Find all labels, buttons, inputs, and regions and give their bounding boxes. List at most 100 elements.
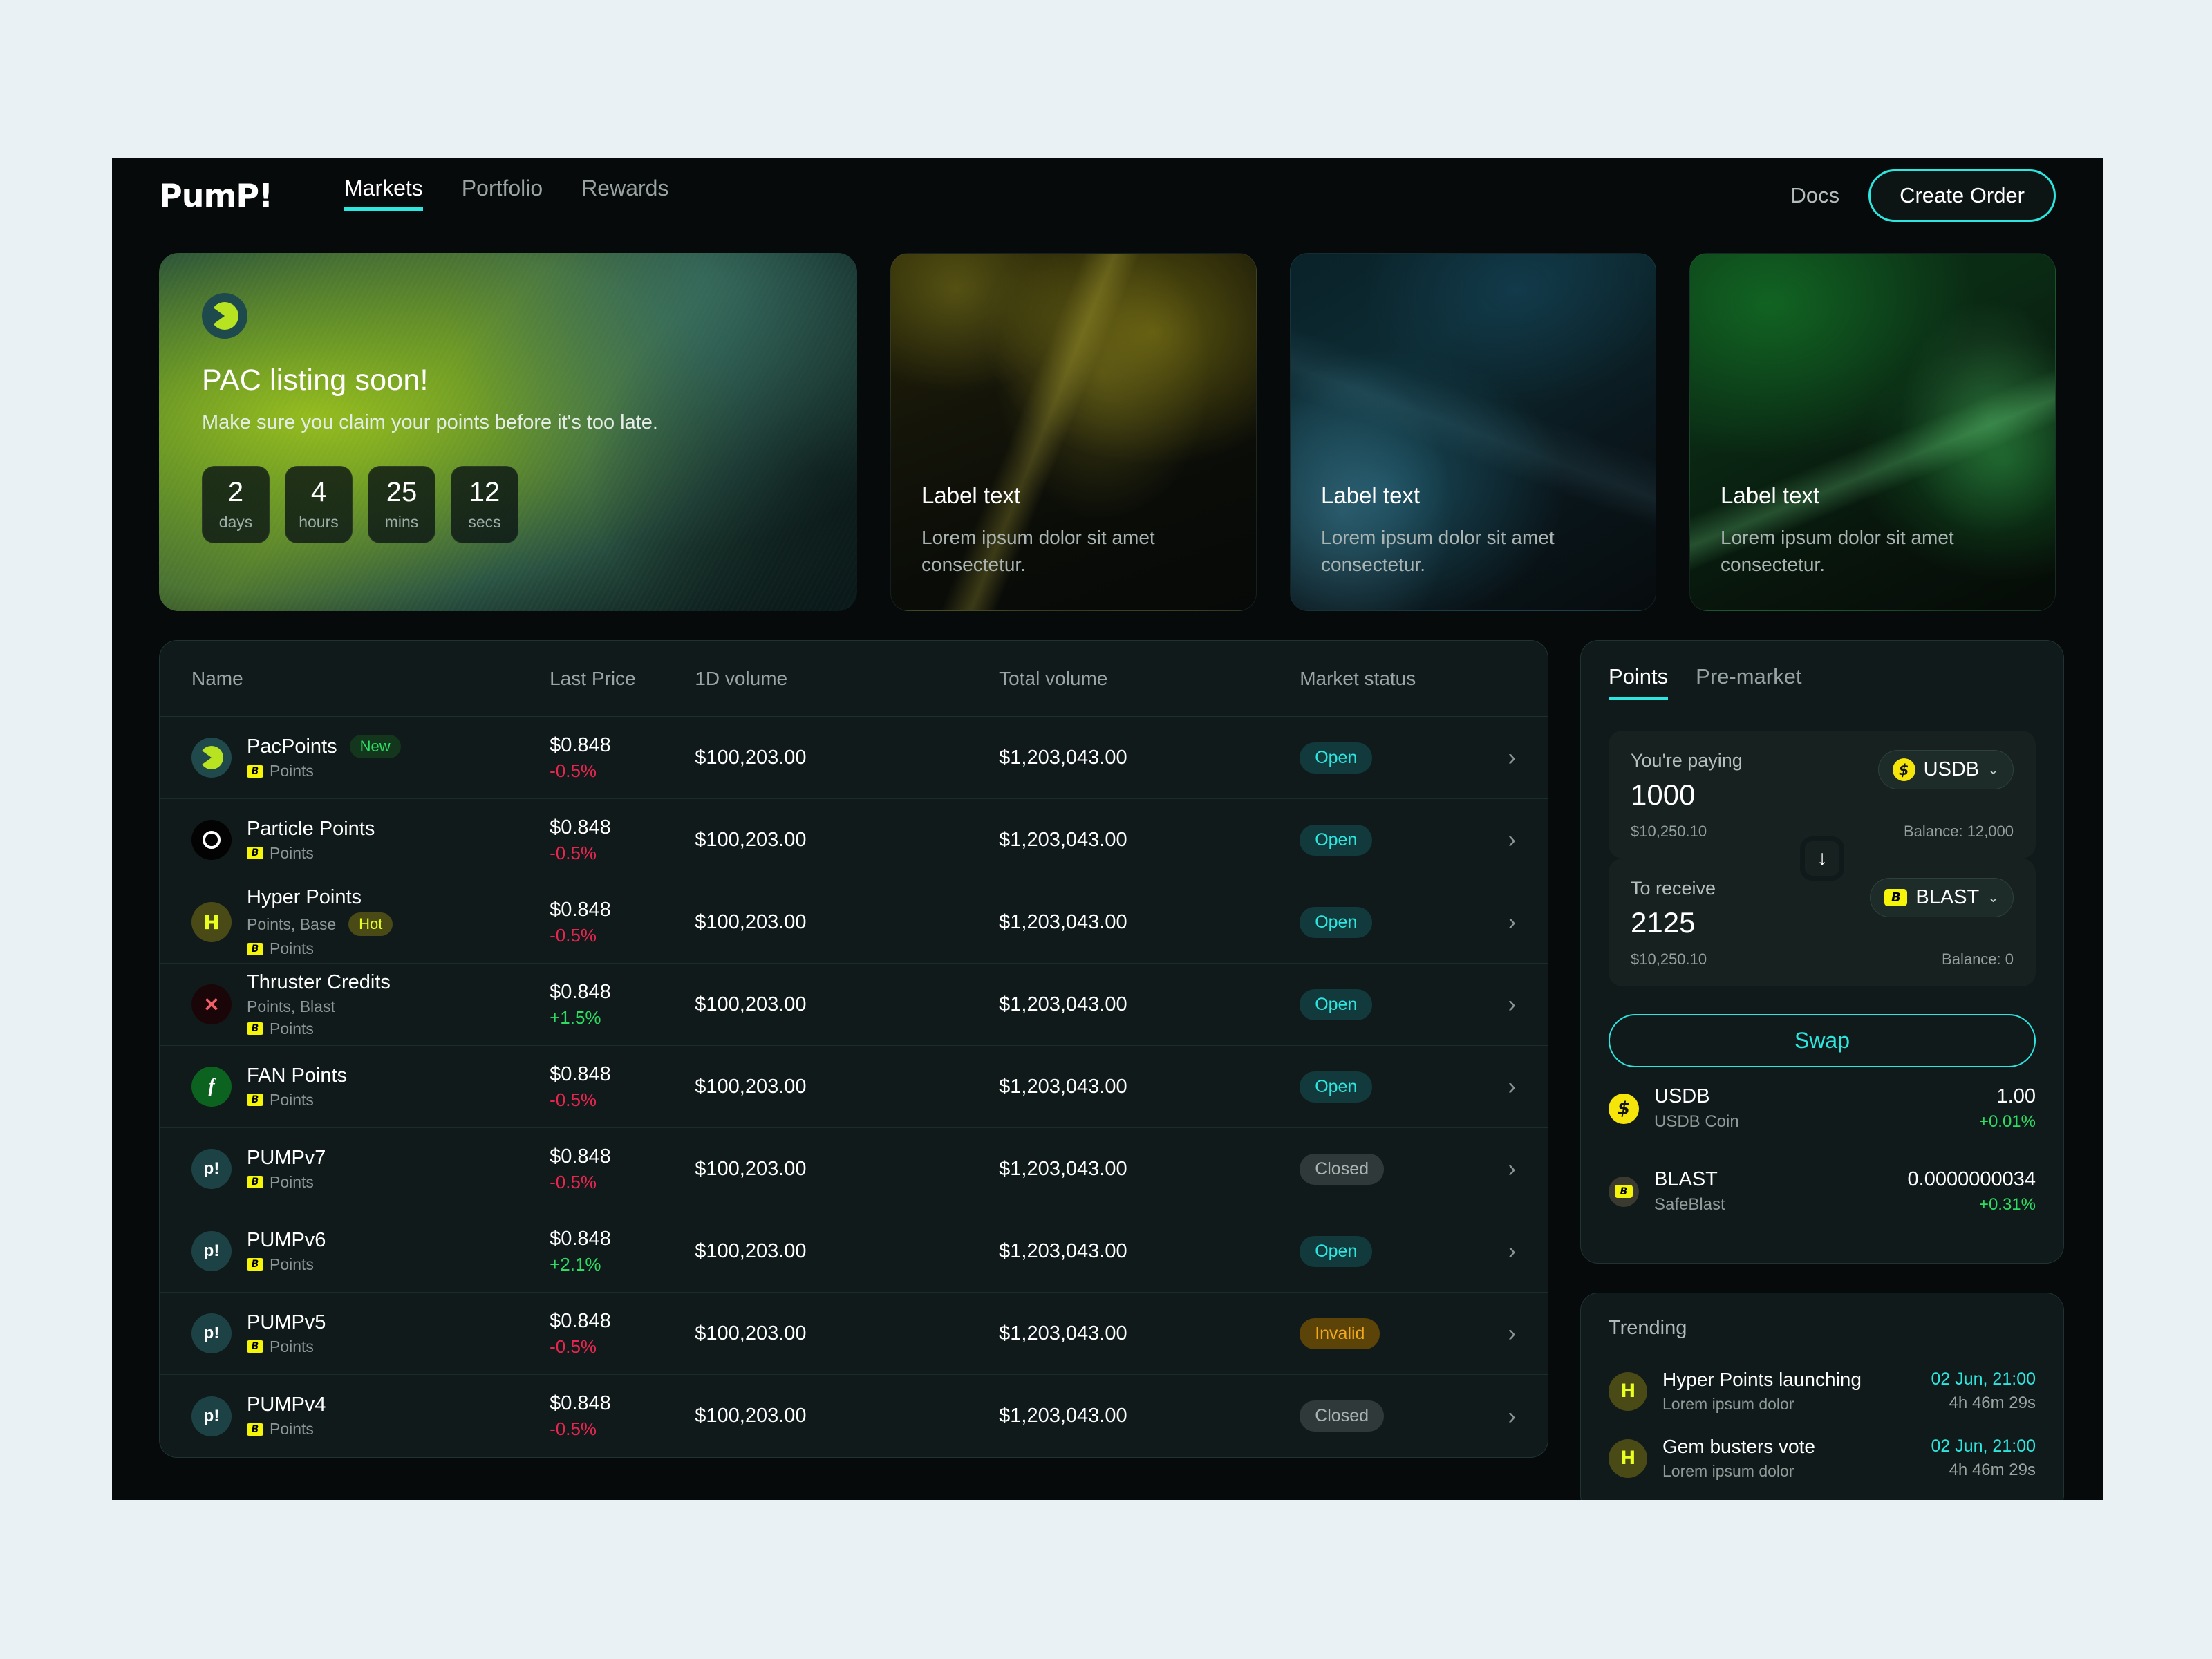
trending-item-subtitle: Lorem ipsum dolor bbox=[1662, 1395, 1794, 1413]
column-header-total-volume[interactable]: Total volume bbox=[999, 668, 1300, 690]
tab-pre-market[interactable]: Pre-market bbox=[1696, 664, 1801, 700]
column-header-1d-volume[interactable]: 1D volume bbox=[695, 668, 999, 690]
row-status-cell: Open bbox=[1300, 742, 1475, 774]
coin-subtitle: Points, Base bbox=[247, 915, 337, 933]
table-row[interactable]: H Hyper Points Points, Base Hot B Points bbox=[160, 881, 1548, 964]
blast-chain-icon: B bbox=[247, 1094, 263, 1106]
swap-panel: Points Pre-market You're paying 1000 $ U… bbox=[1580, 640, 2064, 1264]
coin-chain: Points bbox=[270, 1337, 314, 1356]
nav-item-markets[interactable]: Markets bbox=[344, 176, 423, 216]
chevron-right-icon[interactable]: › bbox=[1475, 910, 1516, 934]
promo-card-1-desc: Lorem ipsum dolor sit amet consectetur. bbox=[921, 526, 1155, 576]
chevron-right-icon[interactable]: › bbox=[1475, 1322, 1516, 1345]
chevron-right-icon[interactable]: › bbox=[1475, 828, 1516, 852]
volume-total: $1,203,043.00 bbox=[999, 910, 1127, 933]
swap-direction-button[interactable]: ↓ bbox=[1800, 836, 1844, 881]
promo-card-3[interactable]: Label text Lorem ipsum dolor sit amet co… bbox=[1689, 253, 2056, 611]
hero-banner-pac[interactable]: PAC listing soon! Make sure you claim yo… bbox=[159, 253, 857, 611]
brand-logo[interactable]: PumP! bbox=[159, 177, 318, 214]
row-price-cell: $0.848 -0.5% bbox=[550, 816, 695, 864]
chevron-right-icon[interactable]: › bbox=[1475, 1075, 1516, 1098]
market-status-badge: Open bbox=[1300, 742, 1373, 774]
chevron-right-icon[interactable]: › bbox=[1475, 746, 1516, 769]
last-price: $0.848 bbox=[550, 1309, 611, 1332]
table-row[interactable]: Particle Points B Points $0.848 -0.5% $1… bbox=[160, 799, 1548, 881]
create-order-button[interactable]: Create Order bbox=[1868, 169, 2056, 222]
fanpoints-coin-icon: f bbox=[191, 1067, 232, 1107]
countdown-days: 2 days bbox=[202, 466, 270, 543]
volume-1d: $100,203.00 bbox=[695, 828, 807, 851]
coin-name: Hyper Points bbox=[247, 886, 362, 908]
promo-card-2[interactable]: Label text Lorem ipsum dolor sit amet co… bbox=[1290, 253, 1656, 611]
table-row[interactable]: ✕ Thruster Credits Points, Blast B Point… bbox=[160, 964, 1548, 1046]
table-row[interactable]: p! PUMPv4 B Points $0.848 -0.5% $100,203… bbox=[160, 1375, 1548, 1457]
tab-points[interactable]: Points bbox=[1609, 664, 1669, 700]
promo-card-2-label: Label text bbox=[1321, 482, 1421, 508]
coin-name: PUMPv5 bbox=[247, 1311, 326, 1333]
nav-item-portfolio[interactable]: Portfolio bbox=[462, 176, 543, 216]
trending-item-date: 02 Jun, 21:00 bbox=[1931, 1369, 2036, 1389]
price-change: -0.5% bbox=[550, 1335, 597, 1357]
table-row[interactable]: p! PUMPv7 B Points $0.848 -0.5% $100,203… bbox=[160, 1128, 1548, 1210]
row-name-cell: p! PUMPv7 B Points bbox=[191, 1147, 550, 1192]
receive-amount-input[interactable]: 2125 bbox=[1631, 906, 1716, 939]
last-price: $0.848 bbox=[550, 733, 611, 756]
token-list-item[interactable]: $ USDB USDB Coin 1.00 +0.01% bbox=[1609, 1067, 2036, 1150]
hero-title: PAC listing soon! bbox=[202, 364, 429, 397]
row-name-cell: p! PUMPv5 B Points bbox=[191, 1311, 550, 1356]
status-badge-hot: Hot bbox=[348, 912, 393, 936]
chevron-right-icon[interactable]: › bbox=[1475, 1157, 1516, 1181]
row-name-cell: PacPoints New B Points bbox=[191, 735, 550, 780]
app-window: PumP! Markets Portfolio Rewards Docs Cre… bbox=[112, 158, 2103, 1500]
receive-token-selector[interactable]: B BLAST ⌄ bbox=[1870, 878, 2014, 917]
volume-1d: $100,203.00 bbox=[695, 1322, 807, 1344]
usdb-token-icon: $ bbox=[1609, 1093, 1654, 1124]
markets-table: Name Last Price 1D volume Total volume M… bbox=[159, 640, 1548, 1458]
docs-link[interactable]: Docs bbox=[1790, 183, 1839, 208]
table-row[interactable]: p! PUMPv5 B Points $0.848 -0.5% $100,203… bbox=[160, 1293, 1548, 1375]
volume-total: $1,203,043.00 bbox=[999, 1157, 1127, 1180]
row-price-cell: $0.848 -0.5% bbox=[550, 734, 695, 782]
chevron-right-icon[interactable]: › bbox=[1475, 993, 1516, 1016]
promo-card-1[interactable]: Label text Lorem ipsum dolor sit amet co… bbox=[890, 253, 1257, 611]
column-header-market-status[interactable]: Market status bbox=[1300, 668, 1475, 690]
row-name-cell: f FAN Points B Points bbox=[191, 1065, 550, 1109]
countdown-days-unit: days bbox=[218, 512, 253, 531]
price-change: -0.5% bbox=[550, 1089, 597, 1110]
chevron-right-icon[interactable]: › bbox=[1475, 1405, 1516, 1428]
chevron-right-icon[interactable]: › bbox=[1475, 1239, 1516, 1263]
row-name-cell: p! PUMPv6 B Points bbox=[191, 1229, 550, 1274]
swap-button[interactable]: Swap bbox=[1609, 1014, 2036, 1067]
row-name-cell: Particle Points B Points bbox=[191, 818, 550, 863]
promo-card-3-desc: Lorem ipsum dolor sit amet consectetur. bbox=[1721, 526, 1954, 576]
receive-balance: Balance: 0 bbox=[1942, 950, 2014, 968]
row-status-cell: Open bbox=[1300, 824, 1475, 856]
coin-chain: Points bbox=[270, 1019, 314, 1038]
trending-item-title: Gem busters vote bbox=[1662, 1436, 1815, 1457]
right-sidebar: Points Pre-market You're paying 1000 $ U… bbox=[1580, 640, 2064, 1500]
main-nav: Markets Portfolio Rewards bbox=[344, 176, 668, 216]
nav-item-rewards[interactable]: Rewards bbox=[581, 176, 668, 216]
coin-name: PUMPv7 bbox=[247, 1146, 326, 1169]
token-list-item[interactable]: B BLAST SafeBlast 0.0000000034 +0.31% bbox=[1609, 1150, 2036, 1232]
status-badge-new: New bbox=[349, 735, 401, 758]
column-header-name[interactable]: Name bbox=[191, 668, 550, 690]
pay-amount-input[interactable]: 1000 bbox=[1631, 778, 1743, 812]
coin-chain: Points bbox=[270, 1420, 314, 1438]
volume-1d: $100,203.00 bbox=[695, 1239, 807, 1262]
row-status-cell: Open bbox=[1300, 988, 1475, 1020]
trending-item[interactable]: H Hyper Points launching Lorem ipsum dol… bbox=[1609, 1358, 2036, 1425]
column-header-last-price[interactable]: Last Price bbox=[550, 668, 695, 690]
countdown-secs: 12 secs bbox=[451, 466, 518, 543]
table-row[interactable]: PacPoints New B Points $0.848 -0.5% $100… bbox=[160, 717, 1548, 799]
last-price: $0.848 bbox=[550, 898, 611, 921]
market-status-badge: Invalid bbox=[1300, 1318, 1380, 1349]
row-status-cell: Open bbox=[1300, 906, 1475, 938]
coin-chain: Points bbox=[270, 762, 314, 780]
trending-item[interactable]: H Gem busters vote Lorem ipsum dolor 02 … bbox=[1609, 1425, 2036, 1492]
price-change: +1.5% bbox=[550, 1006, 601, 1028]
trending-item-title: Hyper Points launching bbox=[1662, 1369, 1862, 1390]
table-row[interactable]: f FAN Points B Points $0.848 -0.5% $100,… bbox=[160, 1046, 1548, 1128]
table-row[interactable]: p! PUMPv6 B Points $0.848 +2.1% $100,203… bbox=[160, 1210, 1548, 1293]
pay-token-selector[interactable]: $ USDB ⌄ bbox=[1877, 750, 2014, 789]
